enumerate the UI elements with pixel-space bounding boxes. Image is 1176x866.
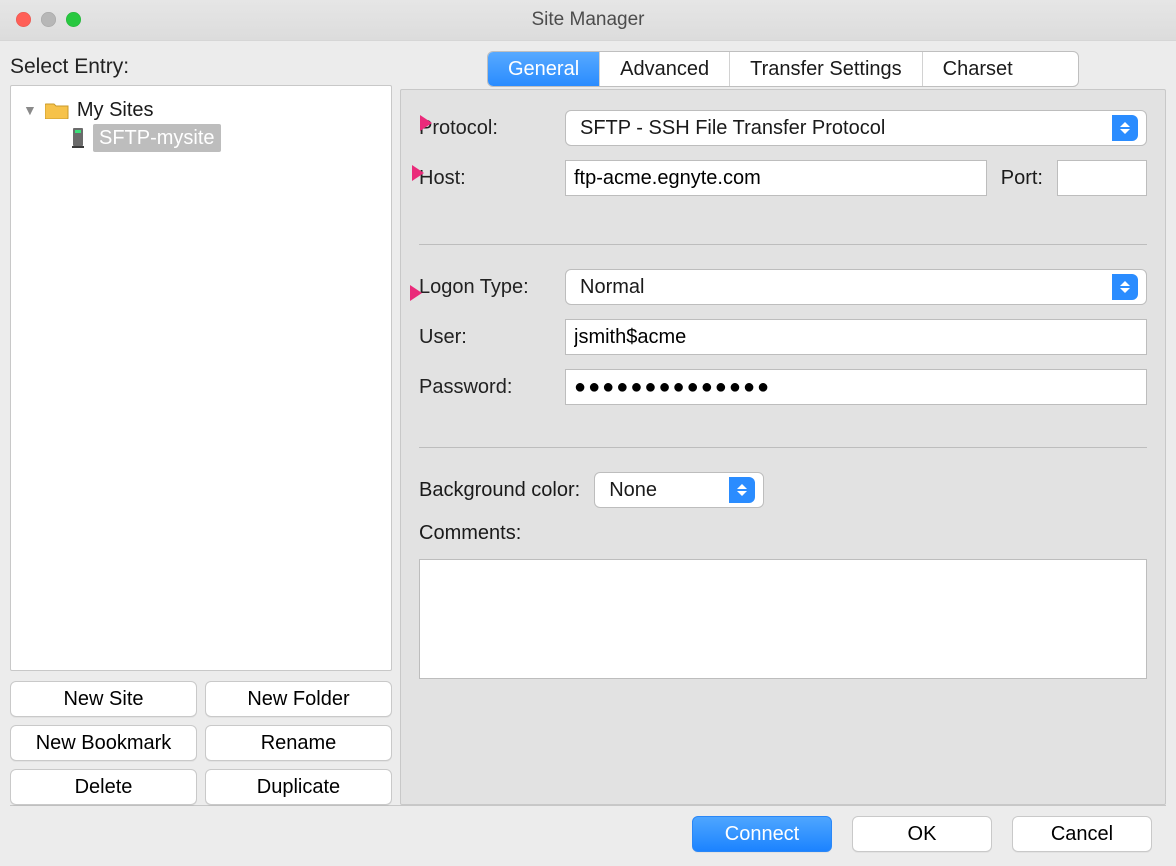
cancel-button[interactable]: Cancel xyxy=(1012,816,1152,852)
tab-charset[interactable]: Charset xyxy=(923,52,1033,86)
user-label: User: xyxy=(419,326,551,349)
background-color-value: None xyxy=(603,479,729,502)
protocol-value: SFTP - SSH File Transfer Protocol xyxy=(574,117,1112,140)
disclosure-triangle-icon[interactable]: ▼ xyxy=(23,96,37,124)
settings-panel: General Advanced Transfer Settings Chars… xyxy=(400,51,1166,805)
settings-tabs: General Advanced Transfer Settings Chars… xyxy=(487,51,1079,87)
entry-buttons: New Site New Folder New Bookmark Rename … xyxy=(10,681,392,805)
folder-label: My Sites xyxy=(77,96,154,124)
new-bookmark-button[interactable]: New Bookmark xyxy=(10,725,197,761)
password-input[interactable] xyxy=(565,369,1147,405)
comments-textarea[interactable] xyxy=(419,559,1147,679)
host-input[interactable] xyxy=(565,160,987,196)
background-color-select[interactable]: None xyxy=(594,472,764,508)
zoom-window-button[interactable] xyxy=(66,12,81,27)
port-label: Port: xyxy=(1001,167,1043,190)
entry-panel: Select Entry: ▼ My Sites SFTP-mysite xyxy=(10,51,392,805)
user-input[interactable] xyxy=(565,319,1147,355)
titlebar: Site Manager xyxy=(0,0,1176,41)
window-title: Site Manager xyxy=(531,9,644,30)
host-label: Host: xyxy=(419,167,551,190)
protocol-select[interactable]: SFTP - SSH File Transfer Protocol xyxy=(565,110,1147,146)
duplicate-button[interactable]: Duplicate xyxy=(205,769,392,805)
sites-tree[interactable]: ▼ My Sites SFTP-mysite xyxy=(10,85,392,671)
divider xyxy=(419,244,1147,245)
divider xyxy=(419,447,1147,448)
password-label: Password: xyxy=(419,376,551,399)
window-controls xyxy=(16,12,81,27)
select-arrows-icon xyxy=(1112,274,1138,300)
general-panel: Protocol: SFTP - SSH File Transfer Proto… xyxy=(400,89,1166,805)
tab-advanced[interactable]: Advanced xyxy=(600,52,730,86)
connect-button[interactable]: Connect xyxy=(692,816,832,852)
comments-label: Comments: xyxy=(419,522,521,545)
folder-icon xyxy=(45,101,69,119)
port-input[interactable] xyxy=(1057,160,1147,196)
tab-general[interactable]: General xyxy=(488,52,600,86)
protocol-label: Protocol: xyxy=(419,117,551,140)
server-icon xyxy=(71,127,85,149)
select-arrows-icon xyxy=(1112,115,1138,141)
new-site-button[interactable]: New Site xyxy=(10,681,197,717)
tab-transfer[interactable]: Transfer Settings xyxy=(730,52,923,86)
logon-type-value: Normal xyxy=(574,276,1112,299)
minimize-window-button[interactable] xyxy=(41,12,56,27)
select-arrows-icon xyxy=(729,477,755,503)
ok-button[interactable]: OK xyxy=(852,816,992,852)
delete-button[interactable]: Delete xyxy=(10,769,197,805)
select-entry-heading: Select Entry: xyxy=(10,55,392,79)
site-label: SFTP-mysite xyxy=(93,124,221,152)
new-folder-button[interactable]: New Folder xyxy=(205,681,392,717)
logon-type-label: Logon Type: xyxy=(419,276,551,299)
rename-button[interactable]: Rename xyxy=(205,725,392,761)
background-color-label: Background color: xyxy=(419,479,580,502)
dialog-footer: Connect OK Cancel xyxy=(10,805,1166,862)
logon-type-select[interactable]: Normal xyxy=(565,269,1147,305)
site-manager-window: Site Manager Select Entry: ▼ My Sites xyxy=(0,0,1176,866)
tree-item-sftp-mysite[interactable]: SFTP-mysite xyxy=(71,124,385,152)
close-window-button[interactable] xyxy=(16,12,31,27)
tree-folder-my-sites[interactable]: ▼ My Sites xyxy=(23,96,385,124)
